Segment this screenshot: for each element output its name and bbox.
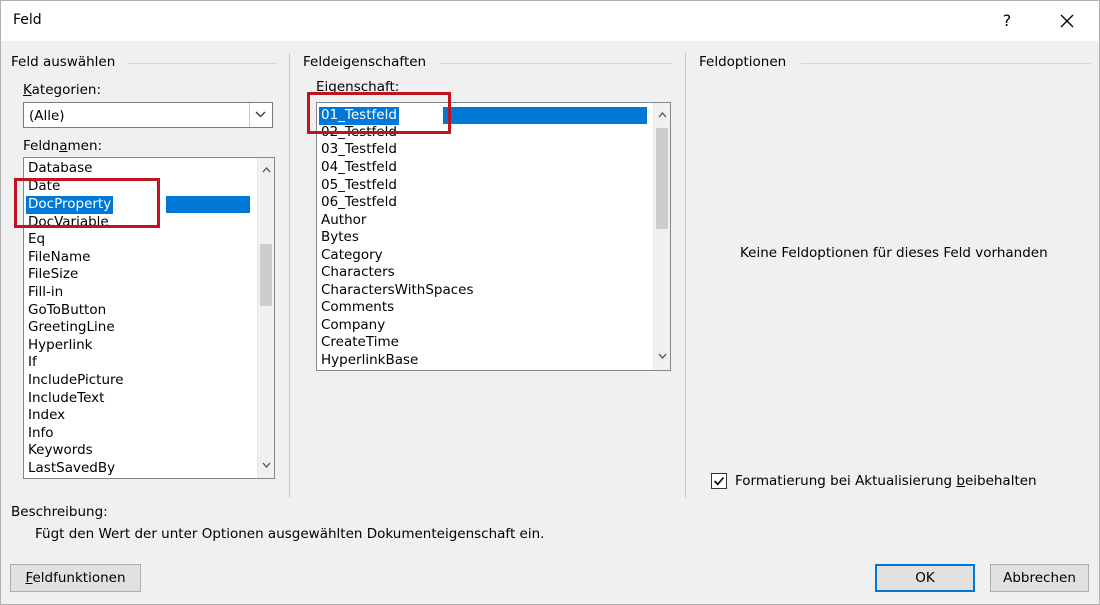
field-options-section-line: [801, 63, 1091, 64]
field-name-item[interactable]: Index: [28, 407, 65, 425]
property-item[interactable]: 03_Testfeld: [321, 141, 397, 159]
select-field-section-line: [127, 63, 277, 64]
field-name-item[interactable]: LastSavedBy: [28, 460, 115, 478]
scroll-up-button[interactable]: [654, 107, 670, 124]
field-name-item[interactable]: Hyperlink: [28, 337, 92, 355]
property-label: Eigenschaft:: [316, 79, 400, 95]
properties-scroll-thumb[interactable]: [656, 128, 668, 229]
no-field-options-message: Keine Feldoptionen für dieses Feld vorha…: [740, 245, 1048, 261]
preserve-format-label[interactable]: Formatierung bei Aktualisierung beibehal…: [735, 473, 1037, 489]
property-item[interactable]: 04_Testfeld: [321, 159, 397, 177]
field-name-item[interactable]: If: [28, 354, 37, 372]
checkmark-icon: [713, 476, 725, 486]
description-label: Beschreibung:: [11, 504, 108, 520]
title-bar: Feld ?: [1, 1, 1099, 41]
field-name-item[interactable]: Date: [28, 178, 60, 196]
property-item[interactable]: CreateTime: [321, 334, 399, 352]
field-name-item[interactable]: Fill-in: [28, 284, 63, 302]
categories-combobox[interactable]: (Alle): [23, 102, 273, 128]
property-item[interactable]: HyperlinkBase: [321, 352, 418, 370]
field-properties-section-line: [439, 63, 673, 64]
chevron-up-icon: [262, 167, 271, 173]
property-item[interactable]: 06_Testfeld: [321, 194, 397, 212]
field-name-item[interactable]: Info: [28, 425, 54, 443]
categories-value: (Alle): [29, 108, 65, 124]
property-item[interactable]: 05_Testfeld: [321, 177, 397, 195]
field-name-selection-strip: [166, 196, 250, 213]
chevron-down-icon: [255, 111, 266, 118]
properties-listbox[interactable]: 01_Testfeld 02_Testfeld 03_Testfeld 04_T…: [316, 102, 671, 371]
field-name-item[interactable]: FileSize: [28, 266, 78, 284]
property-item[interactable]: Author: [321, 212, 366, 230]
field-dialog: Feld ? Feld auswählen Kategorien: (Alle)…: [0, 0, 1100, 605]
field-name-item[interactable]: FileName: [28, 249, 90, 267]
field-name-item[interactable]: IncludePicture: [28, 372, 124, 390]
field-names-scroll-thumb[interactable]: [260, 244, 272, 306]
preserve-format-checkbox[interactable]: [711, 473, 727, 489]
field-name-item[interactable]: GoToButton: [28, 302, 106, 320]
scroll-down-button[interactable]: [258, 457, 274, 474]
property-item[interactable]: 02_Testfeld: [321, 124, 397, 142]
ok-button[interactable]: OK: [875, 564, 975, 592]
close-icon: [1060, 14, 1074, 28]
field-names-scrollbar[interactable]: [257, 158, 274, 478]
property-item-selected[interactable]: 01_Testfeld: [319, 107, 399, 125]
field-names-label: Feldnamen:: [23, 138, 103, 154]
field-name-item[interactable]: Database: [28, 160, 92, 178]
field-name-item-selected[interactable]: DocProperty: [26, 196, 114, 214]
property-item[interactable]: Company: [321, 317, 385, 335]
field-name-item[interactable]: Keywords: [28, 442, 93, 460]
field-options-section-title: Feldoptionen: [699, 54, 787, 70]
field-names-listbox[interactable]: Database Date DocProperty DocVariable Eq…: [23, 157, 275, 479]
field-name-item[interactable]: Eq: [28, 231, 45, 249]
cancel-button[interactable]: Abbrechen: [990, 564, 1089, 592]
property-item[interactable]: CharactersWithSpaces: [321, 282, 474, 300]
field-properties-section-title: Feldeigenschaften: [303, 54, 427, 70]
chevron-down-icon: [658, 353, 667, 359]
property-item[interactable]: Comments: [321, 299, 394, 317]
categories-label: Kategorien:: [23, 82, 102, 98]
categories-dropdown-button[interactable]: [249, 103, 272, 127]
property-selection-strip: [443, 107, 647, 124]
field-codes-button[interactable]: Feldfunktionen: [10, 564, 141, 592]
scroll-up-button[interactable]: [258, 162, 274, 179]
help-button[interactable]: ?: [987, 5, 1027, 37]
column-separator-right: [685, 53, 686, 498]
close-button[interactable]: [1045, 5, 1089, 37]
field-name-item[interactable]: IncludeText: [28, 390, 104, 408]
property-item[interactable]: Bytes: [321, 229, 359, 247]
property-item[interactable]: Characters: [321, 264, 395, 282]
dialog-title: Feld: [13, 12, 42, 28]
field-name-item[interactable]: GreetingLine: [28, 319, 115, 337]
property-item[interactable]: Category: [321, 247, 383, 265]
description-text: Fügt den Wert der unter Optionen ausgewä…: [35, 526, 545, 542]
chevron-up-icon: [658, 112, 667, 118]
scroll-down-button[interactable]: [654, 348, 670, 365]
chevron-down-icon: [262, 462, 271, 468]
field-name-item[interactable]: DocVariable: [28, 214, 109, 232]
column-separator-left: [289, 53, 290, 498]
select-field-section-title: Feld auswählen: [11, 54, 116, 70]
properties-scrollbar[interactable]: [653, 103, 670, 370]
